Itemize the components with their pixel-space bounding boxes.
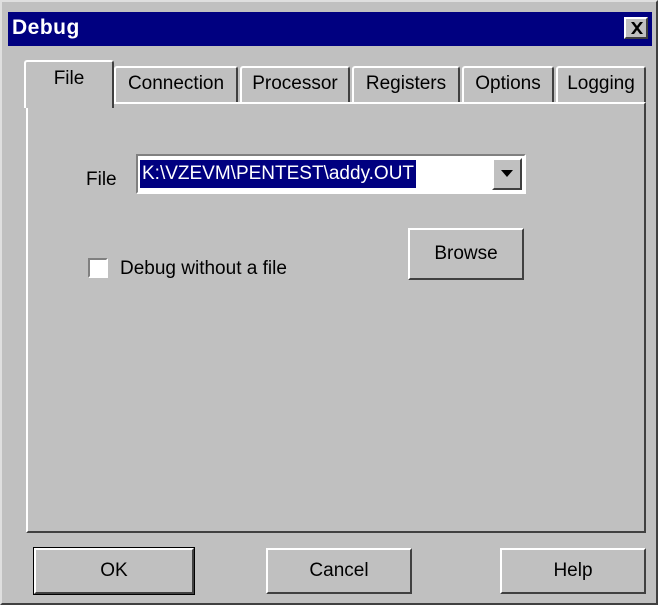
ok-button-label: OK [100,560,128,581]
cancel-button[interactable]: Cancel [266,548,412,594]
window-title: Debug [12,16,80,39]
cancel-button-label: Cancel [309,560,369,581]
title-bar[interactable]: Debug [8,12,652,46]
tab-registers[interactable]: Registers [352,66,460,102]
file-combobox[interactable]: K:\VZEVM\PENTEST\addy.OUT [136,154,526,194]
debug-dialog: Debug File Connection Processor Register… [0,0,658,605]
browse-button[interactable]: Browse [408,228,524,280]
tab-options[interactable]: Options [462,66,554,102]
help-button-label: Help [553,560,593,581]
tab-label: Connection [127,73,225,94]
tab-label: Logging [567,73,635,94]
chevron-down-icon [501,170,513,177]
debug-without-file-label[interactable]: Debug without a file [120,258,287,280]
tab-logging[interactable]: Logging [556,66,646,102]
tab-label: Registers [365,73,447,94]
tab-processor[interactable]: Processor [240,66,350,102]
close-icon [631,22,643,34]
file-dropdown-button[interactable] [492,158,522,190]
help-button[interactable]: Help [500,548,646,594]
tab-label: Options [475,73,541,94]
tab-connection[interactable]: Connection [114,66,238,102]
browse-button-label: Browse [434,243,498,264]
ok-button[interactable]: OK [33,547,195,595]
tab-label: Processor [252,73,338,94]
close-button[interactable] [624,17,648,39]
file-path-value[interactable]: K:\VZEVM\PENTEST\addy.OUT [140,160,417,188]
debug-without-file-checkbox[interactable] [88,258,108,278]
tab-label: File [53,68,85,89]
file-label: File [86,169,117,190]
tab-file[interactable]: File [24,60,114,108]
